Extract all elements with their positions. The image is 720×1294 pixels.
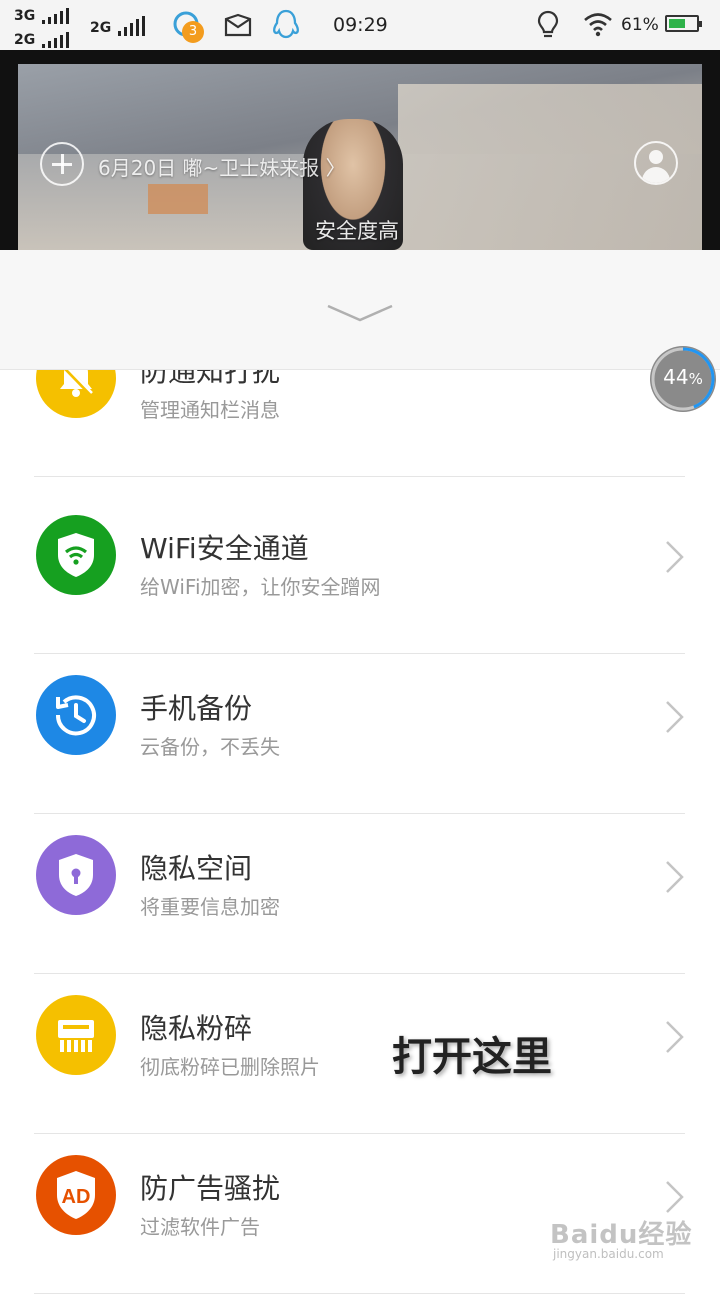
battery-percent: 61% [621,15,659,35]
battery-level-fill [669,19,685,28]
list-item-title: WiFi安全通道 [140,532,309,565]
safety-level-text: 安全度高 [315,219,399,243]
list-item-subtitle: 给WiFi加密，让你安全蹭网 [140,575,381,599]
list-item-subtitle: 彻底粉碎已删除照片 [140,1055,320,1079]
battery-icon [665,15,702,32]
chevron-right-icon [664,1179,686,1219]
instruction-annotation: 打开这里 [392,1034,552,1080]
watermark-url: jingyan.baidu.com [553,1247,664,1261]
collapse-handle[interactable] [0,250,720,370]
list-item-subtitle: 将重要信息加密 [140,895,280,919]
signal-strength-icon [42,32,69,48]
signal-strength-icon [118,16,145,36]
backup-clock-icon [36,675,116,755]
network-type-label: 3G [14,8,36,24]
list-item[interactable]: 隐私空间将重要信息加密 [0,797,720,957]
list-item-subtitle: 过滤软件广告 [140,1215,260,1239]
watermark-logo: Baidu经验 [550,1220,693,1250]
signal-strength-icon [42,8,69,24]
list-item[interactable]: 手机备份云备份，不丢失 [0,637,720,797]
network-type-label: 2G [90,20,112,36]
list-item-title: 隐私粉碎 [140,1012,253,1045]
chevron-right-icon [664,539,686,579]
shredder-icon [36,995,116,1075]
add-icon[interactable] [40,142,84,186]
list-item-title: 隐私空间 [140,852,253,885]
news-link[interactable]: 6月20日 嘟~卫士妹来报 〉 [98,152,346,181]
avatar-icon[interactable] [634,141,678,185]
list-item-title: 手机备份 [140,692,253,725]
list-item[interactable]: 隐私粉碎彻底粉碎已删除照片 [0,957,720,1117]
list-item[interactable]: WiFi安全通道给WiFi加密，让你安全蹭网 [0,477,720,637]
progress-ball[interactable]: 44% [650,346,716,412]
chevron-right-icon [664,859,686,899]
qq-penguin-icon [273,9,299,39]
chevron-right-icon [664,1019,686,1059]
banner-photo-sign [148,184,208,214]
list-item-subtitle: 云备份，不丢失 [140,735,280,759]
message-icon [224,13,252,37]
status-bar: 3G 2G 2G 3 09:29 61% [0,0,720,50]
chevron-right-icon [664,699,686,739]
list-item-title: 防广告骚扰 [140,1172,281,1205]
svg-text:AD: AD [62,1186,91,1208]
progress-value: 44% [663,365,703,389]
list-item-subtitle: 管理通知栏消息 [140,398,280,422]
lock-shield-icon [36,835,116,915]
network-type-label: 2G [14,32,36,48]
ad-shield-icon: AD [36,1155,116,1235]
chevron-down-icon [327,304,393,322]
header-banner: 6月20日 嘟~卫士妹来报 〉 安全度高 [18,64,702,250]
notification-badge: 3 [182,21,204,43]
lightbulb-icon [537,10,559,38]
clock: 09:29 [333,14,388,36]
wifi-icon [584,13,612,37]
wifi-shield-icon [36,515,116,595]
